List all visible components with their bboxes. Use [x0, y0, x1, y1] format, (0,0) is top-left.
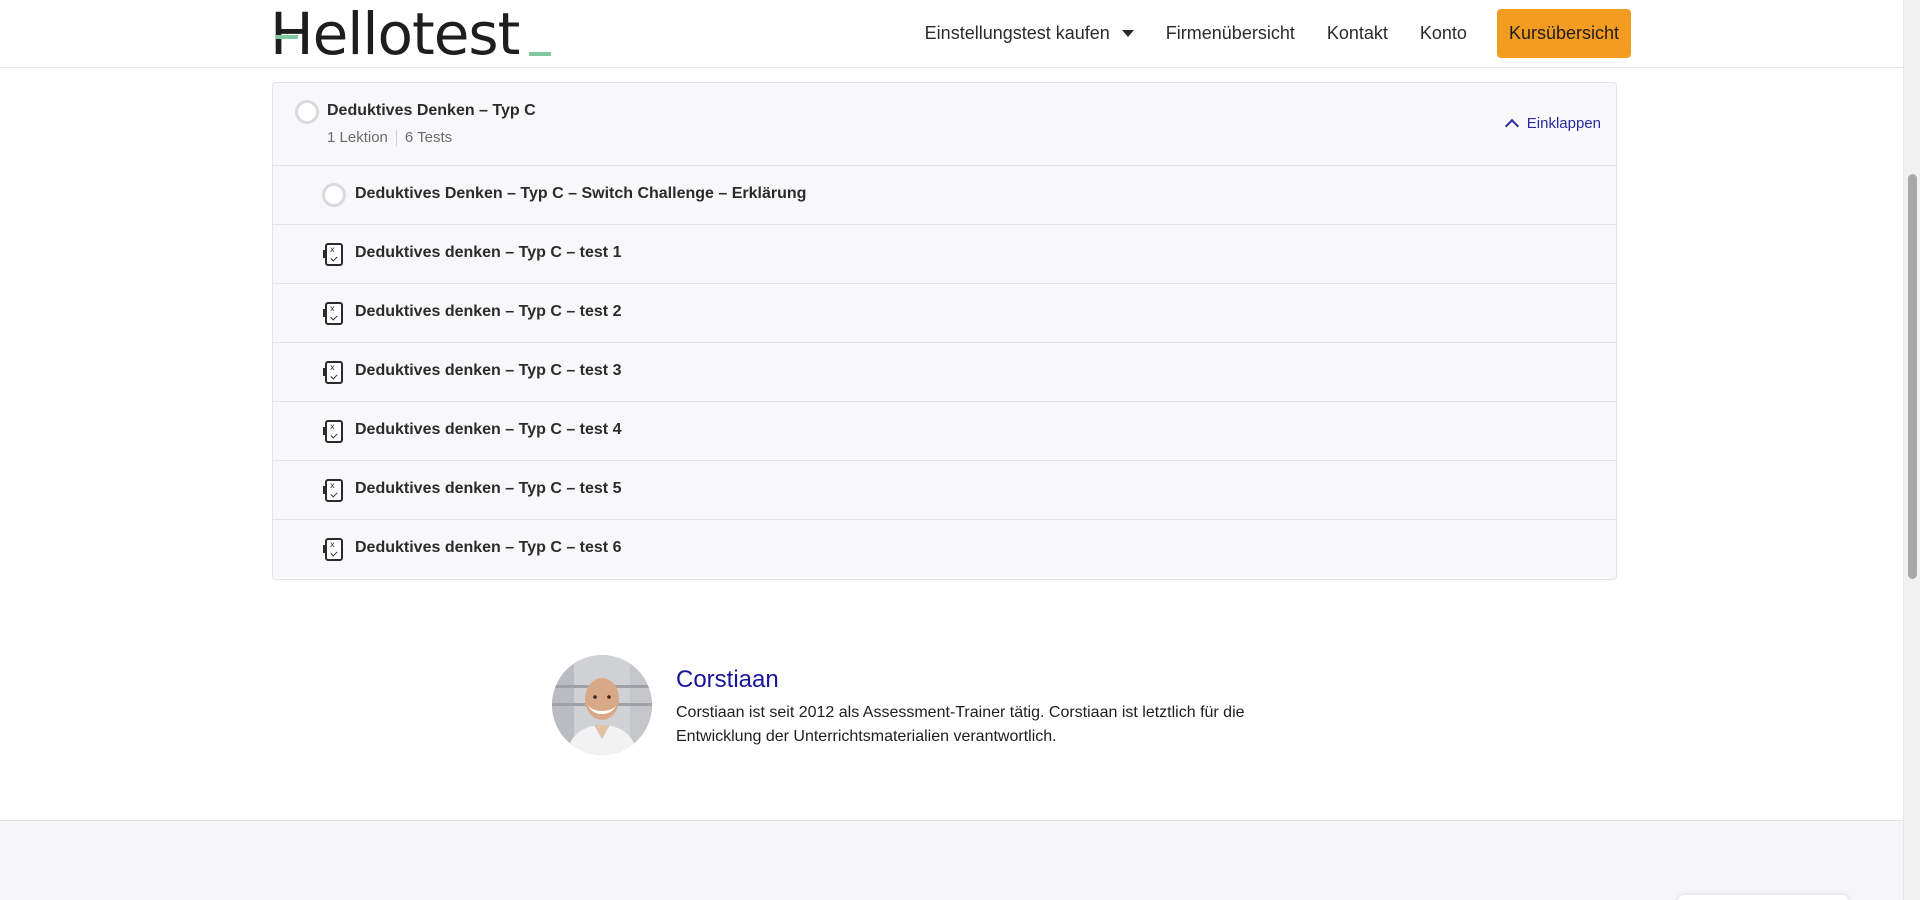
- quiz-title: Deduktives denken – Typ C – test 6: [355, 539, 622, 556]
- nav-contact[interactable]: Kontakt: [1311, 8, 1404, 58]
- logo-text: Hellotest: [270, 0, 520, 68]
- nav-buy-test-label: Einstellungstest kaufen: [924, 22, 1110, 43]
- caret-down-icon: [1121, 29, 1134, 37]
- quiz-icon: x: [323, 302, 343, 325]
- quiz-row[interactable]: x Deduktives denken – Typ C – test 4: [273, 402, 1616, 461]
- scrollbar-thumb[interactable]: [1908, 174, 1917, 579]
- nav-buy-test[interactable]: Einstellungstest kaufen: [909, 8, 1150, 58]
- instructor-card: Corstiaan Corstiaan ist seit 2012 als As…: [552, 655, 1312, 757]
- page-scrollbar[interactable]: [1903, 0, 1920, 900]
- instructor-name: Corstiaan: [676, 666, 779, 693]
- quiz-title: Deduktives denken – Typ C – test 5: [355, 480, 622, 497]
- collapse-label: Einklappen: [1526, 115, 1601, 132]
- quiz-icon: x: [323, 361, 343, 384]
- course-section: Deduktives Denken – Typ C 1 Lektion 6 Te…: [272, 82, 1617, 580]
- page-footer: [0, 820, 1903, 900]
- test-count: 6 Tests: [404, 129, 453, 146]
- chevron-up-icon: [1504, 118, 1519, 134]
- chat-widget[interactable]: [1678, 895, 1848, 900]
- quiz-icon: x: [323, 479, 343, 502]
- quiz-title: Deduktives denken – Typ C – test 3: [355, 362, 622, 379]
- collapse-button[interactable]: Einklappen: [1504, 115, 1601, 134]
- lesson-title: Deduktives Denken – Typ C – Switch Chall…: [355, 185, 807, 202]
- quiz-row[interactable]: x Deduktives denken – Typ C – test 6: [273, 520, 1616, 579]
- quiz-icon: x: [323, 538, 343, 561]
- logo-underscore: [529, 52, 552, 56]
- lesson-row[interactable]: Deduktives Denken – Typ C – Switch Chall…: [273, 166, 1616, 225]
- lesson-count: 1 Lektion: [327, 129, 388, 146]
- quiz-title: Deduktives denken – Typ C – test 2: [355, 303, 622, 320]
- quiz-row[interactable]: x Deduktives denken – Typ C – test 1: [273, 225, 1616, 284]
- quiz-title: Deduktives denken – Typ C – test 1: [355, 244, 622, 261]
- site-header: Hellotest Einstellungstest kaufen Firmen…: [0, 0, 1903, 68]
- quiz-icon: x: [323, 243, 343, 266]
- section-title: Deduktives Denken – Typ C: [327, 102, 536, 119]
- progress-circle-icon: [295, 100, 319, 124]
- hellotest-logo[interactable]: Hellotest: [270, 0, 552, 68]
- quiz-row[interactable]: x Deduktives denken – Typ C – test 5: [273, 461, 1616, 520]
- section-meta: 1 Lektion 6 Tests: [327, 129, 452, 146]
- nav-account[interactable]: Konto: [1404, 8, 1483, 58]
- quiz-title: Deduktives denken – Typ C – test 4: [355, 421, 622, 438]
- avatar: [552, 655, 652, 755]
- nav-courses-button[interactable]: Kursübersicht: [1496, 8, 1631, 58]
- nav-companies[interactable]: Firmenübersicht: [1150, 8, 1311, 58]
- main-nav: Einstellungstest kaufen Firmenübersicht …: [909, 8, 1631, 58]
- meta-divider: [395, 129, 397, 146]
- quiz-row[interactable]: x Deduktives denken – Typ C – test 3: [273, 343, 1616, 402]
- lesson-circle-icon: [322, 183, 346, 207]
- quiz-icon: x: [323, 420, 343, 443]
- section-header[interactable]: Deduktives Denken – Typ C 1 Lektion 6 Te…: [273, 83, 1616, 166]
- instructor-bio: Corstiaan ist seit 2012 als Assessment-T…: [676, 704, 1245, 745]
- quiz-row[interactable]: x Deduktives denken – Typ C – test 2: [273, 284, 1616, 343]
